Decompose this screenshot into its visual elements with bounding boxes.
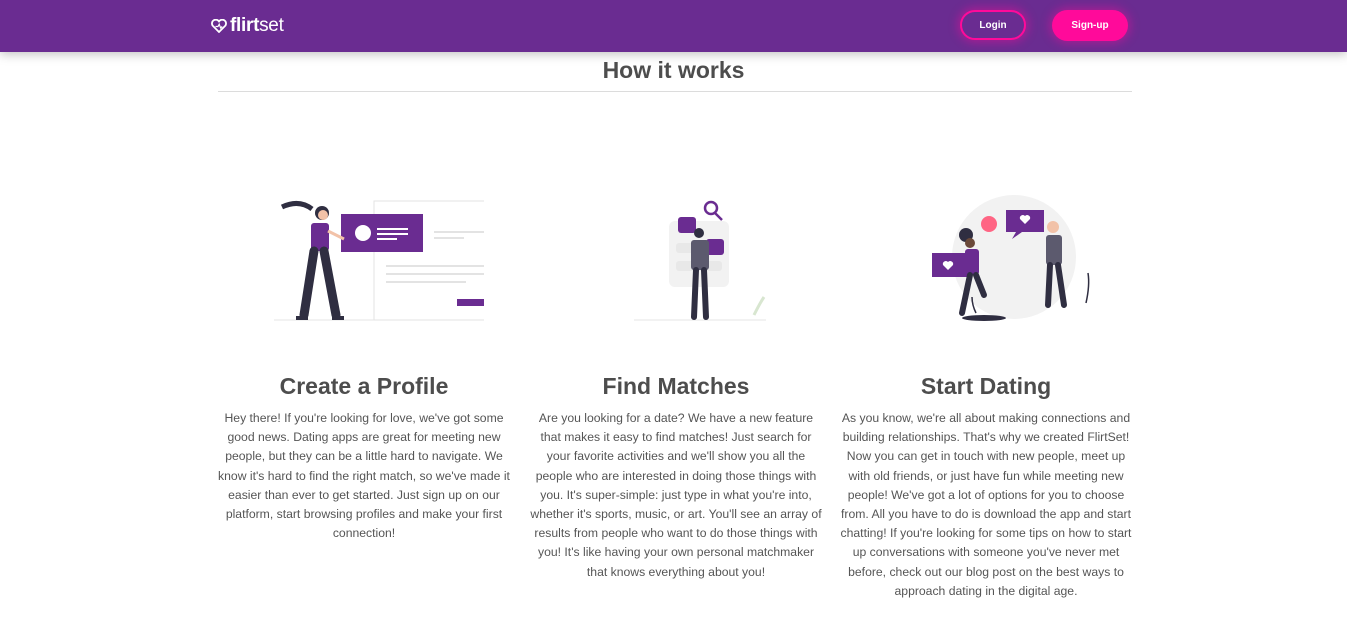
section-divider <box>218 91 1132 92</box>
profile-card-illustration <box>218 195 510 325</box>
step-start-dating: Start Dating As you know, we're all abou… <box>840 195 1132 598</box>
logo-text-light: set <box>259 15 284 36</box>
heart-logo-icon <box>211 19 227 33</box>
step-create-profile: Create a Profile Hey there! If you're lo… <box>218 195 510 540</box>
signup-button[interactable]: Sign-up <box>1052 10 1128 41</box>
step-title: Start Dating <box>920 373 1052 399</box>
brand-logo[interactable]: flirt set <box>211 15 284 37</box>
search-matches-illustration <box>530 195 822 325</box>
step-description: As you know, we're all about making conn… <box>840 411 1132 598</box>
step-title: Create a Profile <box>279 373 449 399</box>
dating-couple-illustration <box>840 195 1132 325</box>
step-title: Find Matches <box>602 373 750 399</box>
login-button[interactable]: Login <box>960 10 1026 40</box>
step-description: Hey there! If you're looking for love, w… <box>218 411 510 541</box>
top-navbar: flirt set Login Sign-up <box>0 0 1347 52</box>
logo-text-bold: flirt <box>230 15 260 36</box>
section-title: How it works <box>602 57 745 83</box>
step-find-matches: Find Matches Are you looking for a date?… <box>530 195 822 579</box>
step-description: Are you looking for a date? We have a ne… <box>530 411 822 579</box>
